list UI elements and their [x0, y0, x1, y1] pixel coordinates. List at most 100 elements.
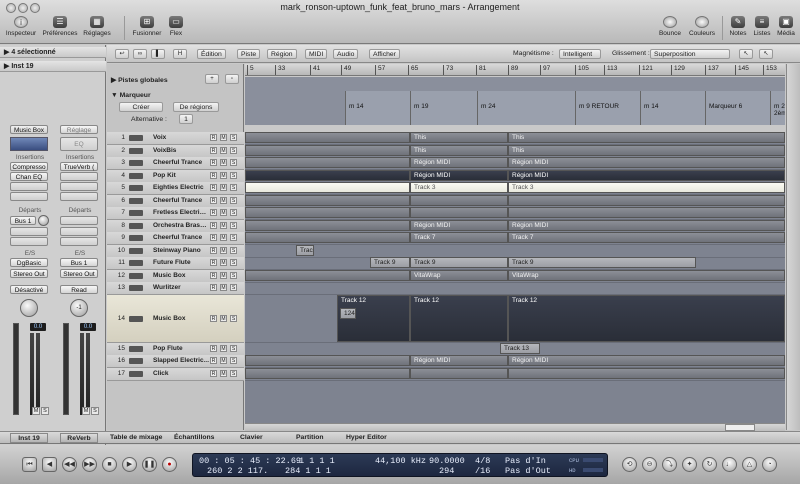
track-header[interactable]: 16 Slapped Electric… R M S — [107, 355, 244, 368]
marker[interactable]: m 24 — [477, 91, 575, 125]
track-name[interactable]: Voix — [153, 134, 209, 141]
output-slot[interactable]: Stereo Out — [10, 269, 48, 278]
solo-button[interactable]: S — [41, 407, 49, 415]
merge-button[interactable]: ⊞ Fusionner — [132, 16, 162, 37]
marker[interactable]: m 9 RETOUR — [575, 91, 640, 125]
record-enable-button[interactable]: R — [210, 172, 217, 179]
track-name[interactable]: Pop Flute — [153, 345, 209, 352]
track-name[interactable]: Eighties Electric — [153, 184, 209, 191]
region[interactable]: Région MIDI — [410, 220, 508, 231]
solo-button[interactable]: S — [230, 357, 237, 364]
send-slot-1[interactable] — [60, 216, 98, 225]
track-menu[interactable]: Piste — [237, 49, 261, 59]
plugin-setting-button[interactable]: Music Box — [10, 125, 48, 134]
track-name[interactable]: Pop Kit — [153, 172, 209, 179]
record-enable-button[interactable]: R — [210, 197, 217, 204]
record-enable-button[interactable]: R — [210, 222, 217, 229]
region[interactable] — [508, 195, 785, 206]
solo-button[interactable]: S — [230, 147, 237, 154]
midi-out-icon[interactable]: H — [173, 49, 187, 59]
input-slot[interactable]: Bus 1 — [60, 258, 98, 267]
marker[interactable]: m 24 2ème — [770, 91, 785, 125]
automation-mode-select[interactable]: Read — [60, 285, 98, 294]
region[interactable]: Track 3 — [508, 182, 785, 193]
low-latency-icon[interactable]: ◔ — [762, 457, 777, 472]
region[interactable] — [410, 207, 508, 218]
previous-icon[interactable]: ◀ — [42, 457, 57, 472]
region[interactable] — [245, 355, 410, 366]
record-enable-button[interactable]: R — [210, 284, 217, 291]
secondary-tool-icon[interactable]: ↖ — [759, 49, 773, 59]
track-header[interactable]: 3 Cheerful Trance R M S — [107, 157, 244, 170]
mute-button[interactable]: M — [220, 259, 227, 266]
solo-button[interactable]: S — [91, 407, 99, 415]
solo-button[interactable]: S — [230, 172, 237, 179]
mute-button[interactable]: M — [32, 407, 40, 415]
track-header[interactable]: 5 Eighties Electric R M S — [107, 182, 244, 195]
region[interactable] — [245, 368, 410, 379]
region[interactable]: Région MIDI — [508, 355, 785, 366]
insert-slot-3[interactable] — [10, 182, 48, 191]
solo-button[interactable]: S — [230, 370, 237, 377]
track-name[interactable]: Cheerful Trance — [153, 234, 209, 241]
region[interactable]: This — [508, 132, 785, 143]
tuner-icon[interactable]: △ — [742, 457, 757, 472]
track-name[interactable]: Cheerful Trance — [153, 197, 209, 204]
region[interactable]: VitaWrap — [410, 270, 508, 281]
track-header[interactable]: 9 Cheerful Trance R M S — [107, 232, 244, 245]
record-enable-button[interactable]: R — [210, 247, 217, 254]
mute-button[interactable]: M — [220, 159, 227, 166]
region[interactable]: Track 9 — [410, 257, 508, 268]
mute-button[interactable]: M — [220, 357, 227, 364]
snap-select[interactable]: Intelligent — [559, 49, 601, 59]
region[interactable] — [508, 368, 785, 379]
bar-ruler[interactable]: 5 33 41 49 57 65 73 81 89 97 105 113 121 129 137 145 153 — [245, 64, 785, 76]
send-slot-1[interactable]: Bus 1 — [10, 216, 36, 225]
insert-slot-4[interactable] — [10, 192, 48, 201]
catch-icon[interactable]: ▌ — [151, 49, 165, 59]
region[interactable] — [245, 270, 410, 281]
flex-button[interactable]: ▭ Flex — [166, 16, 186, 37]
inspector-channel-name-right[interactable]: ReVerb — [60, 433, 98, 443]
track-header[interactable]: 13 Wurlitzer R M S — [107, 282, 244, 295]
record-enable-button[interactable]: R — [210, 147, 217, 154]
record-enable-button[interactable]: R — [210, 370, 217, 377]
track-name[interactable]: Fretless Electri… — [153, 209, 209, 216]
link-icon[interactable]: ∞ — [133, 49, 147, 59]
record-enable-button[interactable]: R — [210, 184, 217, 191]
track-header[interactable]: 1 Voix R M S — [107, 132, 244, 145]
transport-display[interactable]: 00 : 05 : 45 : 22.69 260 2 2 117. 1 1 1 … — [192, 453, 608, 477]
back-icon[interactable]: ↩ — [115, 49, 129, 59]
record-enable-button[interactable]: R — [210, 134, 217, 141]
track-name[interactable]: Click — [153, 370, 209, 377]
insert-slot-1[interactable]: TrueVerb ( — [60, 162, 98, 171]
region[interactable]: Track 12 — [410, 295, 508, 342]
colors-button[interactable]: Couleurs — [688, 16, 716, 37]
track-header[interactable]: 14 Music Box R M S — [107, 295, 244, 343]
track-name[interactable]: VoixBis — [153, 147, 209, 154]
zoom-slider[interactable] — [725, 424, 755, 431]
region[interactable]: Track 7 — [410, 232, 508, 243]
track-lane[interactable] — [245, 282, 785, 295]
region[interactable]: Région MIDI — [508, 157, 785, 168]
send-slot-2[interactable] — [60, 227, 98, 236]
region[interactable]: Track 7 — [508, 232, 785, 243]
solo-mode-icon[interactable]: ✦ — [682, 457, 697, 472]
inspector-channel-name-left[interactable]: Inst 19 — [10, 433, 48, 443]
track-header[interactable]: 7 Fretless Electri… R M S — [107, 207, 244, 220]
mute-button[interactable]: M — [220, 172, 227, 179]
marker-lane[interactable]: m 14m 19m 24m 9 RETOURm 14Marqueur 6m 24… — [245, 77, 785, 125]
eq-button[interactable]: EQ — [60, 137, 98, 151]
tab-samples[interactable]: Échantillons — [174, 434, 214, 441]
solo-button[interactable]: S — [230, 315, 237, 322]
mute-button[interactable]: M — [220, 234, 227, 241]
settings-button[interactable]: ▦ Réglages — [82, 16, 112, 37]
region[interactable]: Track 9 — [508, 257, 696, 268]
replace-icon[interactable]: ⊖ — [642, 457, 657, 472]
record-enable-button[interactable]: R — [210, 345, 217, 352]
tab-score[interactable]: Partition — [296, 434, 324, 441]
view-menu[interactable]: Afficher — [369, 49, 400, 59]
pan-knob[interactable]: -1 — [70, 299, 88, 317]
region[interactable]: VitaWrap — [508, 270, 785, 281]
edit-menu[interactable]: Édition — [197, 49, 226, 59]
